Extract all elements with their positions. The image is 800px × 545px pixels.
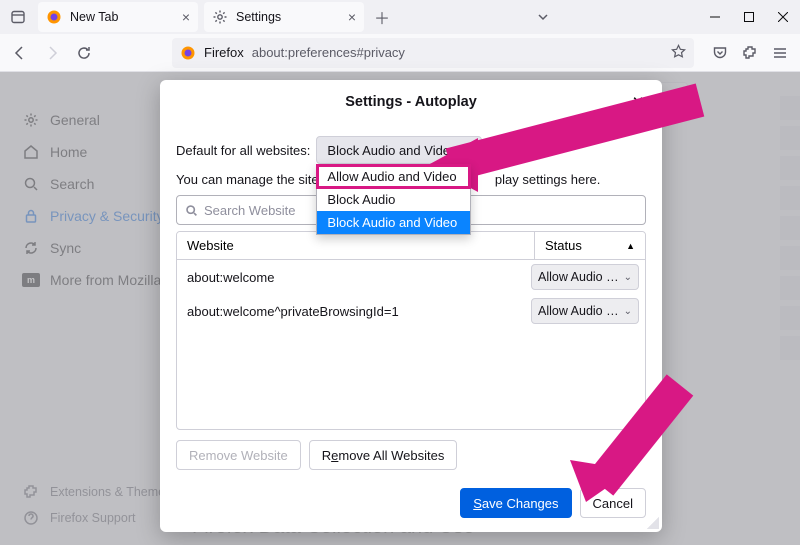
app-menu-button[interactable] <box>766 39 794 67</box>
address-bar[interactable]: Firefox about:preferences#privacy <box>172 38 694 68</box>
chevron-down-icon: ⌄ <box>624 306 632 317</box>
website-table: Website Status ▲ about:welcome Allow Aud… <box>176 231 646 430</box>
spaces-icon[interactable] <box>4 9 32 25</box>
row-status-dropdown[interactable]: Allow Audio … ⌄ <box>531 298 639 324</box>
maximize-button[interactable] <box>732 0 766 34</box>
cancel-button[interactable]: Cancel <box>580 488 646 518</box>
firefox-icon <box>46 9 62 25</box>
remove-all-button[interactable]: Remove All Websites <box>309 440 458 470</box>
tab-label: Settings <box>236 10 281 24</box>
table-body: about:welcome Allow Audio … ⌄ about:welc… <box>177 260 645 429</box>
remove-website-button[interactable]: Remove Website <box>176 440 301 470</box>
manage-text-pre: You can manage the site <box>176 172 319 187</box>
col-website[interactable]: Website <box>177 232 535 259</box>
default-label: Default for all websites: <box>176 143 310 158</box>
sort-icon: ▲ <box>626 241 635 251</box>
chevron-down-icon: ⌄ <box>624 272 632 283</box>
search-placeholder: Search Website <box>204 203 296 218</box>
row-status-dropdown[interactable]: Allow Audio … ⌄ <box>531 264 639 290</box>
manage-text-post: play settings here. <box>495 172 601 187</box>
bookmark-icon[interactable] <box>671 44 686 62</box>
status-value: Allow Audio … <box>538 304 619 318</box>
dropdown-option-allow[interactable]: Allow Audio and Video <box>317 165 470 188</box>
reload-button[interactable] <box>70 39 98 67</box>
tab-settings[interactable]: Settings × <box>204 2 364 32</box>
tab-strip: New Tab × Settings × ＋ <box>0 0 800 34</box>
url-text: about:preferences#privacy <box>252 45 405 60</box>
tab-label: New Tab <box>70 10 118 24</box>
dropdown-option-block-audio[interactable]: Block Audio <box>317 188 470 211</box>
forward-button[interactable] <box>38 39 66 67</box>
close-window-button[interactable] <box>766 0 800 34</box>
col-status[interactable]: Status ▲ <box>535 232 645 259</box>
close-icon[interactable]: × <box>348 9 356 25</box>
close-button[interactable]: ✕ <box>626 90 650 114</box>
default-autoplay-dropdown[interactable]: Block Audio and Video Allow Audio and Vi… <box>316 136 482 164</box>
window-controls <box>698 0 800 34</box>
tabs-dropdown[interactable] <box>529 11 557 23</box>
cell-website: about:welcome^privateBrowsingId=1 <box>187 304 531 319</box>
status-value: Allow Audio … <box>538 270 619 284</box>
minimize-button[interactable] <box>698 0 732 34</box>
save-changes-button[interactable]: Save Changes <box>460 488 571 518</box>
identity-label: Firefox <box>204 45 244 60</box>
table-row[interactable]: about:welcome Allow Audio … ⌄ <box>177 260 645 294</box>
gear-icon <box>212 9 228 25</box>
cell-website: about:welcome <box>187 270 531 285</box>
table-row[interactable]: about:welcome^privateBrowsingId=1 Allow … <box>177 294 645 328</box>
autoplay-settings-dialog: Settings - Autoplay ✕ Default for all we… <box>160 80 662 532</box>
firefox-icon <box>180 45 196 61</box>
nav-toolbar: Firefox about:preferences#privacy <box>0 34 800 72</box>
new-tab-button[interactable]: ＋ <box>368 3 396 31</box>
back-button[interactable] <box>6 39 34 67</box>
save-pocket-button[interactable] <box>706 39 734 67</box>
close-icon[interactable]: × <box>182 9 190 25</box>
resize-grip[interactable] <box>647 517 659 529</box>
tab-newtab[interactable]: New Tab × <box>38 2 198 32</box>
dropdown-value: Block Audio and Video <box>327 143 457 158</box>
table-header: Website Status ▲ <box>177 232 645 260</box>
dropdown-option-block-av[interactable]: Block Audio and Video <box>317 211 470 234</box>
extensions-button[interactable] <box>736 39 764 67</box>
dropdown-menu: Allow Audio and Video Block Audio Block … <box>316 164 471 235</box>
dialog-title: Settings - Autoplay <box>176 94 646 110</box>
